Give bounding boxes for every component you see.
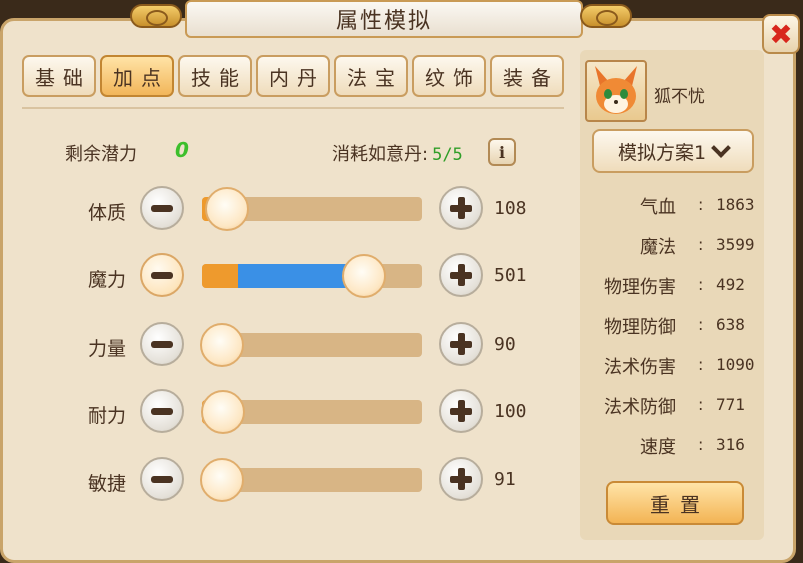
attribute-name: 体质 (88, 202, 127, 224)
stat-row: 气血:1863 (590, 193, 760, 218)
tab-equipment[interactable]: 装备 (490, 55, 564, 97)
slider-handle[interactable] (200, 458, 244, 502)
attribute-value: 90 (494, 334, 516, 355)
plus-icon (450, 468, 472, 490)
stat-value: 771 (716, 395, 745, 414)
plus-icon (450, 400, 472, 422)
scroll-ornament-left-icon (130, 4, 182, 28)
plus-icon (450, 333, 472, 355)
stat-label: 物理伤害 (604, 277, 676, 298)
slider-handle[interactable] (342, 254, 386, 298)
plus-icon (450, 264, 472, 286)
stat-row: 魔法:3599 (590, 233, 760, 258)
stat-value: 492 (716, 275, 745, 294)
attribute-row: 力量 90 (0, 322, 560, 368)
stat-colon: : (698, 315, 704, 334)
close-x-icon: ✖ (769, 17, 793, 51)
stat-row: 法术伤害:1090 (590, 353, 760, 378)
attribute-name: 魔力 (88, 269, 127, 291)
stat-row: 速度:316 (590, 433, 760, 458)
tab-add-points[interactable]: 加点 (100, 55, 174, 97)
slider-base-fill (202, 264, 238, 288)
decrease-button[interactable] (140, 186, 184, 230)
decrease-button[interactable] (140, 389, 184, 433)
tab-treasure[interactable]: 法宝 (334, 55, 408, 97)
increase-button[interactable] (439, 186, 483, 230)
slider-handle[interactable] (200, 323, 244, 367)
minus-icon (151, 407, 173, 415)
attribute-slider[interactable] (202, 264, 422, 288)
slider-handle[interactable] (205, 187, 249, 231)
stat-value: 3599 (716, 235, 755, 254)
title-bar: 属性模拟 (185, 0, 583, 38)
chevron-down-icon (711, 138, 731, 158)
stat-value: 316 (716, 435, 745, 454)
stat-label: 魔法 (640, 237, 676, 258)
stat-label: 物理防御 (604, 317, 676, 338)
attribute-name: 耐力 (88, 405, 127, 427)
minus-icon (151, 204, 173, 212)
stat-row: 物理伤害:492 (590, 273, 760, 298)
attribute-name: 力量 (88, 338, 127, 360)
stat-value: 1863 (716, 195, 755, 214)
minus-icon (151, 475, 173, 483)
plan-dropdown[interactable]: 模拟方案1 (592, 129, 754, 173)
stat-label: 气血 (640, 197, 676, 218)
attribute-value: 100 (494, 401, 527, 422)
increase-button[interactable] (439, 457, 483, 501)
stat-colon: : (698, 275, 704, 294)
pet-name: 狐不忧 (654, 87, 705, 107)
stat-value: 1090 (716, 355, 755, 374)
decrease-button[interactable] (140, 253, 184, 297)
attribute-name: 敏捷 (88, 473, 127, 495)
decrease-button[interactable] (140, 322, 184, 366)
increase-button[interactable] (439, 389, 483, 433)
tab-skills[interactable]: 技能 (178, 55, 252, 97)
attribute-row: 耐力 100 (0, 389, 560, 435)
stat-label: 法术伤害 (604, 357, 676, 378)
tab-basic[interactable]: 基础 (22, 55, 96, 97)
close-button[interactable]: ✖ (762, 14, 800, 54)
minus-icon (151, 271, 173, 279)
stat-label: 速度 (640, 437, 676, 458)
tab-inner-pill[interactable]: 内丹 (256, 55, 330, 97)
tab-bar: 基础 加点 技能 内丹 法宝 纹饰 装备 (22, 55, 564, 97)
window-title: 属性模拟 (335, 9, 432, 34)
stat-colon: : (698, 355, 704, 374)
stat-colon: : (698, 195, 704, 214)
plan-label: 模拟方案1 (617, 141, 707, 164)
stat-colon: : (698, 235, 704, 254)
stat-row: 法术防御:771 (590, 393, 760, 418)
increase-button[interactable] (439, 322, 483, 366)
stat-label: 法术防御 (604, 397, 676, 418)
decrease-button[interactable] (140, 457, 184, 501)
reset-button[interactable]: 重置 (606, 481, 744, 525)
consume-pill-value: 5/5 (432, 145, 463, 165)
stat-colon: : (698, 435, 704, 454)
attribute-row: 魔力 501 (0, 253, 560, 299)
slider-handle[interactable] (201, 390, 245, 434)
attribute-row: 敏捷 91 (0, 457, 560, 503)
tab-ornament[interactable]: 纹饰 (412, 55, 486, 97)
remaining-potential-value: 0 (175, 138, 189, 162)
stat-colon: : (698, 395, 704, 414)
fox-avatar-icon (585, 60, 647, 122)
attribute-value: 501 (494, 265, 527, 286)
increase-button[interactable] (439, 253, 483, 297)
attribute-value: 108 (494, 198, 527, 219)
stat-row: 物理防御:638 (590, 313, 760, 338)
attribute-value: 91 (494, 469, 516, 490)
attribute-row: 体质 108 (0, 186, 560, 232)
scroll-ornament-right-icon (580, 4, 632, 28)
info-icon[interactable]: i (488, 138, 516, 166)
consume-pill-label: 消耗如意丹: 5/5 (332, 144, 463, 165)
plus-icon (450, 197, 472, 219)
divider (22, 107, 564, 109)
stat-value: 638 (716, 315, 745, 334)
remaining-potential-label: 剩余潜力 (65, 144, 137, 165)
minus-icon (151, 340, 173, 348)
